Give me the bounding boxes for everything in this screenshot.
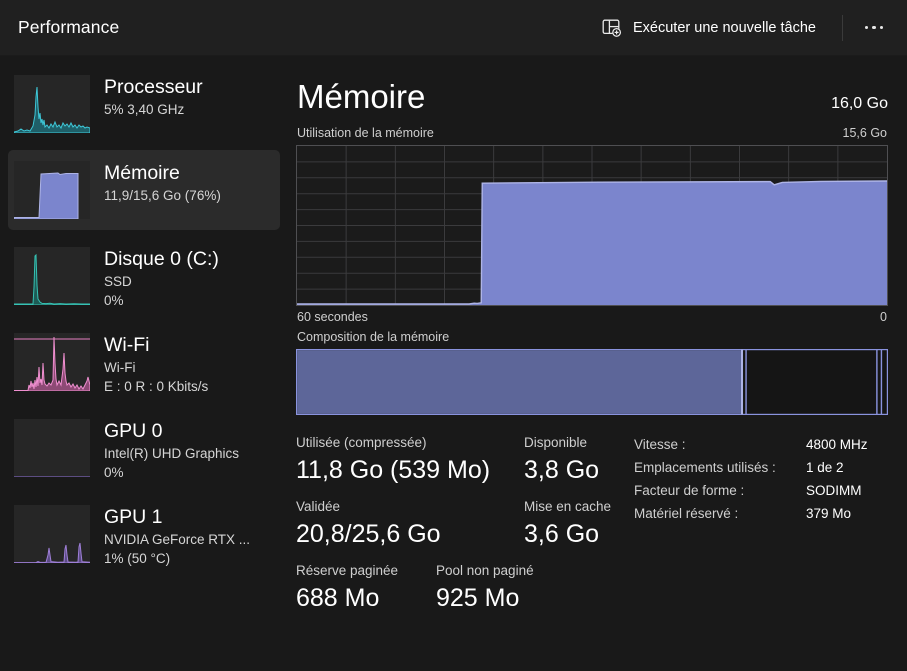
- stat-paged-pool-value: 688 Mo: [296, 581, 436, 615]
- stat-used-value: 11,8 Go (539 Mo): [296, 453, 524, 487]
- stat-nonpaged-pool: Pool non paginé 925 Mo: [436, 561, 534, 615]
- stat-used-label: Utilisée (compressée): [296, 433, 524, 453]
- memory-graph-time-right: 0: [880, 310, 887, 324]
- sidebar-item-disk0-sub1: SSD: [104, 272, 219, 291]
- more-options-icon-dot3: [880, 26, 884, 30]
- memory-total-capacity: 16,0 Go: [831, 95, 888, 113]
- sidebar-item-wifi-sub1: Wi-Fi: [104, 358, 208, 377]
- run-new-task-button[interactable]: Exécuter une nouvelle tâche: [592, 11, 828, 45]
- memory-header: Mémoire 16,0 Go: [296, 76, 888, 118]
- info-row-speed: Vitesse : 4800 MHz: [634, 437, 888, 452]
- stat-committed-value: 20,8/25,6 Go: [296, 517, 524, 551]
- sidebar-item-gpu0[interactable]: GPU 0 Intel(R) UHD Graphics 0%: [8, 408, 280, 488]
- memory-stats: Utilisée (compressée) 11,8 Go (539 Mo) D…: [296, 433, 888, 625]
- memory-graph-header: Utilisation de la mémoire 15,6 Go: [296, 126, 888, 140]
- memory-detail-panel: Mémoire 16,0 Go Utilisation de la mémoir…: [288, 56, 907, 671]
- memory-hardware-info: Vitesse : 4800 MHz Emplacements utilisés…: [632, 433, 888, 625]
- sidebar-item-wifi[interactable]: Wi-Fi Wi-Fi E : 0 R : 0 Kbits/s: [8, 322, 280, 402]
- info-speed-key: Vitesse :: [634, 437, 806, 452]
- gpu0-thumbnail-graph: [14, 419, 90, 477]
- new-task-window-plus-icon: [602, 18, 622, 38]
- info-row-hardware-reserved: Matériel réservé : 379 Mo: [634, 506, 888, 521]
- sidebar-item-gpu1-sub2: 1% (50 °C): [104, 549, 250, 568]
- gpu1-thumbnail-graph: [14, 505, 90, 563]
- info-hardware-reserved-key: Matériel réservé :: [634, 506, 806, 521]
- sidebar-item-memory-sub1: 11,9/15,6 Go (76%): [104, 186, 221, 205]
- stat-paged-pool-label: Réserve paginée: [296, 561, 436, 581]
- memory-stats-left: Utilisée (compressée) 11,8 Go (539 Mo) D…: [296, 433, 632, 625]
- sidebar-item-memory-title: Mémoire: [104, 161, 221, 186]
- title-bar: Performance Exécuter une nouvelle tâche: [0, 0, 907, 56]
- sidebar-item-cpu[interactable]: Processeur 5% 3,40 GHz: [8, 64, 280, 144]
- stat-available-value: 3,8 Go: [524, 453, 599, 487]
- info-row-slots: Emplacements utilisés : 1 de 2: [634, 460, 888, 475]
- memory-composition-label: Composition de la mémoire: [296, 330, 888, 344]
- sidebar-item-wifi-title: Wi-Fi: [104, 333, 208, 358]
- memory-thumbnail-graph: [14, 161, 90, 219]
- sidebar-item-disk0-title: Disque 0 (C:): [104, 247, 219, 272]
- memory-usage-graph: [296, 145, 888, 306]
- sidebar-item-wifi-text: Wi-Fi Wi-Fi E : 0 R : 0 Kbits/s: [104, 333, 208, 396]
- stat-nonpaged-pool-value: 925 Mo: [436, 581, 534, 615]
- memory-graph-timescale: 60 secondes 0: [296, 310, 888, 324]
- info-formfactor-key: Facteur de forme :: [634, 483, 806, 498]
- stat-available: Disponible 3,8 Go: [524, 433, 599, 487]
- sidebar-item-gpu1-text: GPU 1 NVIDIA GeForce RTX ... 1% (50 °C): [104, 505, 250, 568]
- sidebar-item-gpu0-title: GPU 0: [104, 419, 239, 444]
- stat-row-committed-cached: Validée 20,8/25,6 Go Mise en cache 3,6 G…: [296, 497, 632, 551]
- sidebar-item-memory[interactable]: Mémoire 11,9/15,6 Go (76%): [8, 150, 280, 230]
- cpu-thumbnail-graph: [14, 75, 90, 133]
- sidebar-item-cpu-text: Processeur 5% 3,40 GHz: [104, 75, 203, 119]
- more-options-icon: [865, 26, 869, 30]
- info-speed-value: 4800 MHz: [806, 437, 868, 452]
- run-new-task-label: Exécuter une nouvelle tâche: [633, 20, 816, 36]
- sidebar-item-gpu1[interactable]: GPU 1 NVIDIA GeForce RTX ... 1% (50 °C): [8, 494, 280, 574]
- memory-title: Mémoire: [297, 76, 425, 118]
- task-manager-window: Performance Exécuter une nouvelle tâche: [0, 0, 907, 671]
- stat-committed-label: Validée: [296, 497, 524, 517]
- sidebar-item-cpu-title: Processeur: [104, 75, 203, 100]
- stat-cached-label: Mise en cache: [524, 497, 611, 517]
- sidebar-item-gpu0-sub1: Intel(R) UHD Graphics: [104, 444, 239, 463]
- content-area: Processeur 5% 3,40 GHz Mémoire 11,9/15,6…: [0, 56, 907, 671]
- stat-row-pools: Réserve paginée 688 Mo Pool non paginé 9…: [296, 561, 632, 615]
- sidebar-item-gpu0-sub2: 0%: [104, 463, 239, 482]
- stat-cached: Mise en cache 3,6 Go: [524, 497, 611, 551]
- sidebar-item-cpu-sub1: 5% 3,40 GHz: [104, 100, 203, 119]
- more-options-icon-dot2: [872, 26, 876, 30]
- page-title: Performance: [18, 17, 119, 38]
- stat-row-used-available: Utilisée (compressée) 11,8 Go (539 Mo) D…: [296, 433, 632, 487]
- memory-graph-time-left: 60 secondes: [297, 310, 368, 324]
- sidebar-item-disk0[interactable]: Disque 0 (C:) SSD 0%: [8, 236, 280, 316]
- sidebar-item-memory-text: Mémoire 11,9/15,6 Go (76%): [104, 161, 221, 205]
- stat-paged-pool: Réserve paginée 688 Mo: [296, 561, 436, 615]
- toolbar-divider: [842, 15, 843, 41]
- stat-nonpaged-pool-label: Pool non paginé: [436, 561, 534, 581]
- info-row-formfactor: Facteur de forme : SODIMM: [634, 483, 888, 498]
- sidebar-item-gpu1-sub1: NVIDIA GeForce RTX ...: [104, 530, 250, 549]
- stat-available-label: Disponible: [524, 433, 599, 453]
- sidebar-item-disk0-sub2: 0%: [104, 291, 219, 310]
- stat-committed: Validée 20,8/25,6 Go: [296, 497, 524, 551]
- sidebar-item-disk0-text: Disque 0 (C:) SSD 0%: [104, 247, 219, 310]
- info-slots-value: 1 de 2: [806, 460, 844, 475]
- disk0-thumbnail-graph: [14, 247, 90, 305]
- more-options-button[interactable]: [855, 12, 893, 44]
- memory-graph-max: 15,6 Go: [843, 126, 887, 140]
- sidebar-item-gpu0-text: GPU 0 Intel(R) UHD Graphics 0%: [104, 419, 239, 482]
- sidebar-item-gpu1-title: GPU 1: [104, 505, 250, 530]
- info-slots-key: Emplacements utilisés :: [634, 460, 806, 475]
- info-formfactor-value: SODIMM: [806, 483, 862, 498]
- info-hardware-reserved-value: 379 Mo: [806, 506, 851, 521]
- memory-composition-bar: [296, 349, 888, 415]
- resource-sidebar: Processeur 5% 3,40 GHz Mémoire 11,9/15,6…: [0, 56, 288, 671]
- stat-used: Utilisée (compressée) 11,8 Go (539 Mo): [296, 433, 524, 487]
- stat-cached-value: 3,6 Go: [524, 517, 611, 551]
- wifi-thumbnail-graph: [14, 333, 90, 391]
- sidebar-item-wifi-sub2: E : 0 R : 0 Kbits/s: [104, 377, 208, 396]
- memory-graph-label: Utilisation de la mémoire: [297, 126, 434, 140]
